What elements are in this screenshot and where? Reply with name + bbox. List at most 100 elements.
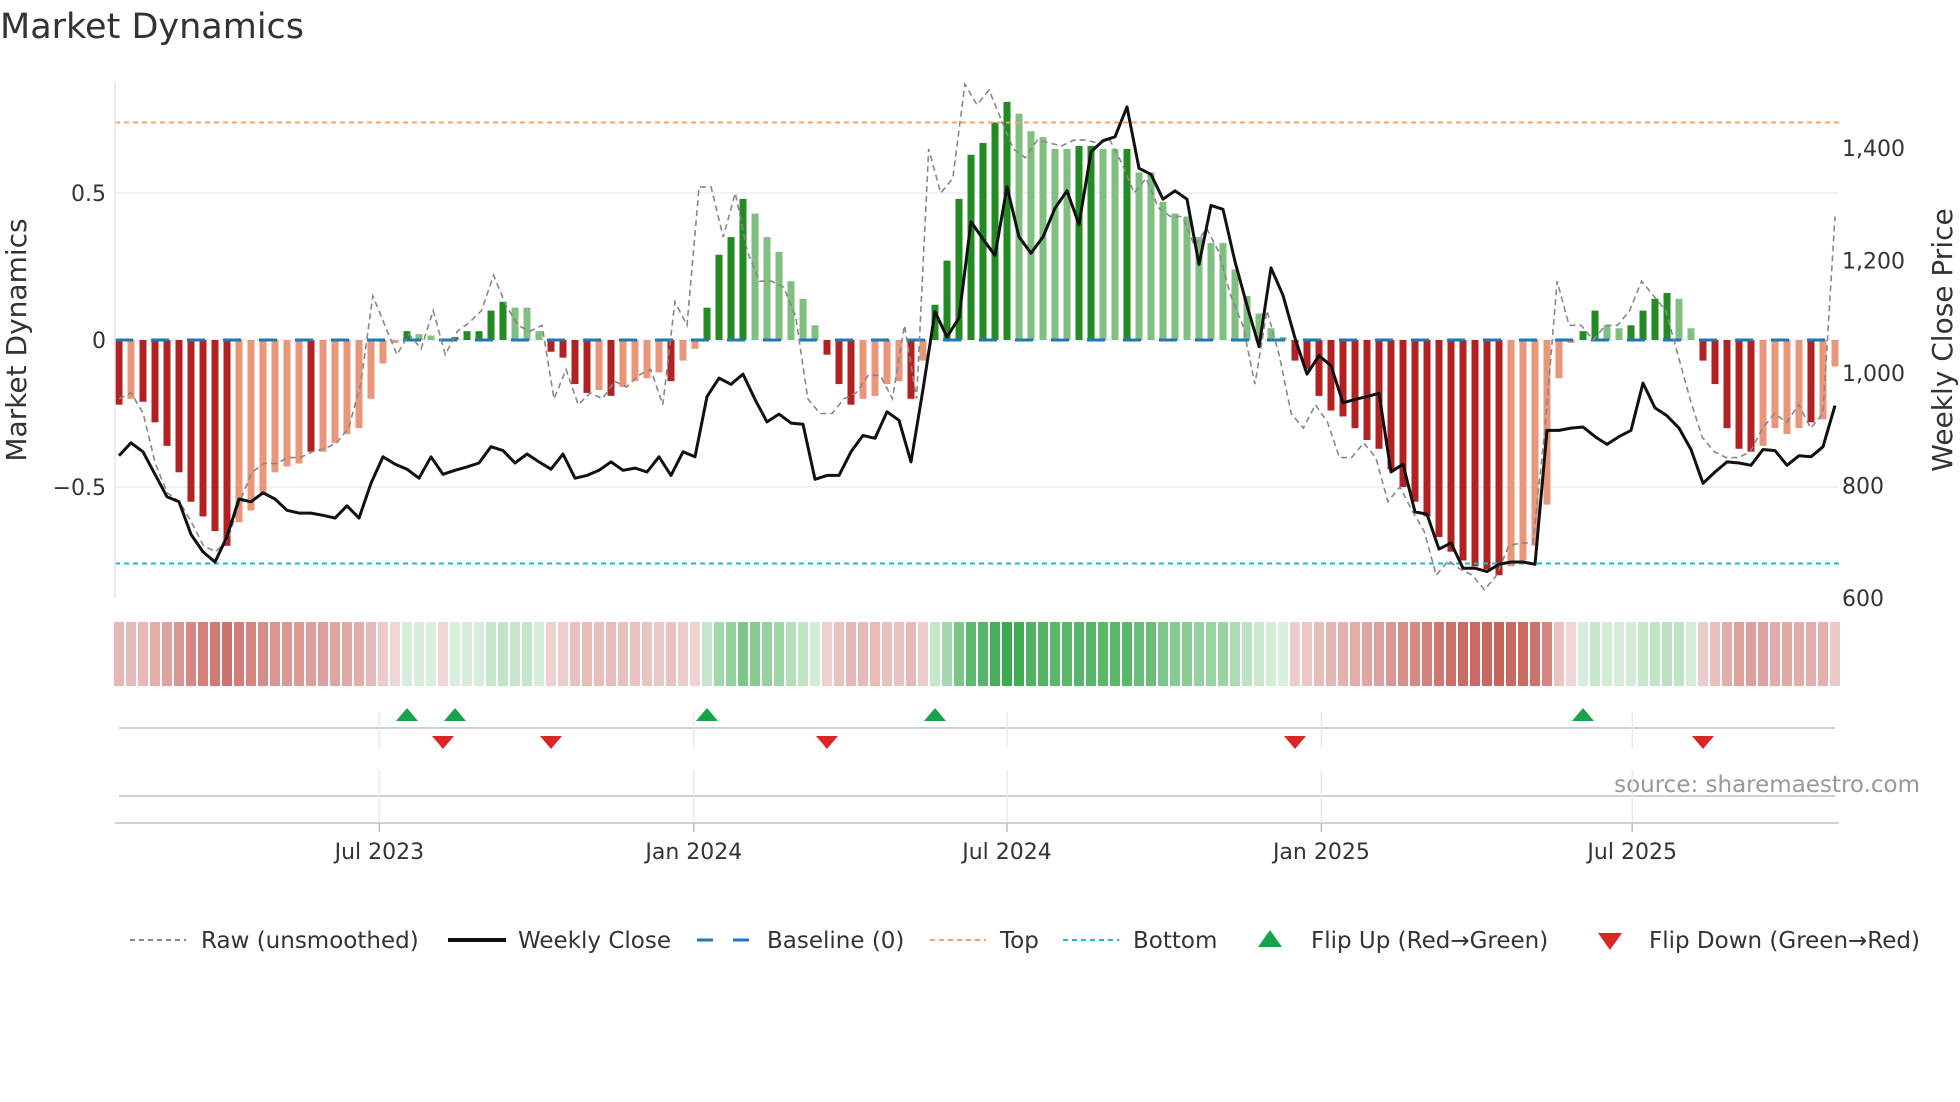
flip-up-marker bbox=[1572, 708, 1594, 721]
heat-cell bbox=[834, 622, 844, 686]
heat-cell bbox=[750, 622, 760, 686]
y-tick-label: 0 bbox=[92, 329, 106, 354]
heat-cell bbox=[366, 622, 376, 686]
heat-cell bbox=[1434, 622, 1444, 686]
dynamics-bar bbox=[655, 340, 663, 373]
dynamics-bar bbox=[559, 340, 567, 358]
legend-label: Weekly Close bbox=[518, 928, 671, 954]
heat-cell bbox=[678, 622, 688, 686]
flip-up-marker bbox=[396, 708, 418, 721]
heat-cell bbox=[1494, 622, 1504, 686]
axes: 0.5 0 −0.5 1,400 1,200 1,000 800 600 Jul 2023 Jan… bbox=[53, 81, 1905, 865]
heat-cell bbox=[1014, 622, 1024, 686]
y-tick-label: −0.5 bbox=[53, 476, 106, 501]
heat-cell bbox=[210, 622, 220, 686]
dynamics-bar bbox=[1339, 340, 1347, 417]
dynamics-bar bbox=[1519, 340, 1527, 561]
heat-cell bbox=[1110, 622, 1120, 686]
flip-down-marker bbox=[432, 736, 454, 749]
dynamics-bar bbox=[1795, 340, 1803, 429]
flip-up-marker bbox=[924, 708, 946, 721]
heat-cell bbox=[498, 622, 508, 686]
heat-cell bbox=[1374, 622, 1384, 686]
dynamics-bar bbox=[535, 331, 543, 340]
heat-cell bbox=[1602, 622, 1612, 686]
heat-cell bbox=[1422, 622, 1432, 686]
heat-cell bbox=[858, 622, 868, 686]
series-lines bbox=[117, 81, 1837, 592]
dynamics-bar bbox=[763, 237, 771, 340]
heat-cell bbox=[1554, 622, 1564, 686]
dynamics-bar bbox=[919, 340, 927, 361]
heat-cell bbox=[438, 622, 448, 686]
legend-label: Bottom bbox=[1133, 928, 1217, 954]
dynamics-bar bbox=[811, 325, 819, 340]
market-dynamics-chart: Market Dynamics Market Dynamics Weekly C… bbox=[0, 7, 1959, 954]
dynamics-bar bbox=[1459, 340, 1467, 561]
dynamics-bar bbox=[1111, 148, 1119, 340]
dynamics-bar bbox=[1315, 340, 1323, 396]
heat-cell bbox=[1062, 622, 1072, 686]
heat-cell bbox=[798, 622, 808, 686]
flip-down-marker bbox=[1692, 736, 1714, 749]
heat-cell bbox=[1530, 622, 1540, 686]
heat-cell bbox=[258, 622, 268, 686]
heat-cell bbox=[1086, 622, 1096, 686]
heat-cell bbox=[462, 622, 472, 686]
dynamics-bar bbox=[463, 331, 471, 340]
dynamics-bar bbox=[1075, 145, 1083, 340]
legend-label: Raw (unsmoothed) bbox=[201, 928, 419, 954]
heat-cell bbox=[1098, 622, 1108, 686]
heat-cell bbox=[522, 622, 532, 686]
dynamics-bar bbox=[1135, 172, 1143, 340]
heat-cell bbox=[990, 622, 1000, 686]
dynamics-bar bbox=[1027, 131, 1035, 340]
flip-up-marker bbox=[696, 708, 718, 721]
heat-cell bbox=[1662, 622, 1672, 686]
heat-cell bbox=[390, 622, 400, 686]
dynamics-bar bbox=[1627, 325, 1635, 340]
dynamics-bar bbox=[1699, 340, 1707, 361]
dynamics-bar bbox=[1351, 340, 1359, 429]
heat-cell bbox=[702, 622, 712, 686]
heat-cell bbox=[1614, 622, 1624, 686]
flip-up-marker bbox=[444, 708, 466, 721]
dynamics-bar bbox=[727, 237, 735, 340]
dynamics-bar bbox=[1099, 148, 1107, 340]
heat-cell bbox=[1362, 622, 1372, 686]
dynamics-bar bbox=[871, 340, 879, 396]
x-tick-label: Jul 2024 bbox=[960, 840, 1052, 865]
heat-cell bbox=[978, 622, 988, 686]
heat-cell bbox=[318, 622, 328, 686]
legend-label: Flip Up (Red→Green) bbox=[1311, 928, 1548, 954]
heat-cell bbox=[1590, 622, 1600, 686]
dynamics-bar bbox=[259, 340, 267, 493]
heat-cell bbox=[1194, 622, 1204, 686]
heat-cell bbox=[882, 622, 892, 686]
heat-cell bbox=[606, 622, 616, 686]
dynamics-bar bbox=[1615, 328, 1623, 340]
heat-cell bbox=[1326, 622, 1336, 686]
heat-cell bbox=[1674, 622, 1684, 686]
dynamics-bar bbox=[1063, 148, 1071, 340]
y2-tick-label: 1,000 bbox=[1842, 362, 1905, 387]
heat-cell bbox=[1482, 622, 1492, 686]
heat-cell bbox=[1002, 622, 1012, 686]
heat-cell bbox=[1566, 622, 1576, 686]
dynamics-bar bbox=[1435, 340, 1443, 537]
heat-cell bbox=[474, 622, 484, 686]
heat-cell bbox=[786, 622, 796, 686]
dynamics-bar bbox=[499, 301, 507, 340]
heat-cell bbox=[1650, 622, 1660, 686]
heat-cell bbox=[186, 622, 196, 686]
y2-axis-label: Weekly Close Price bbox=[1926, 208, 1959, 471]
dynamics-bar bbox=[1591, 310, 1599, 340]
flip-markers bbox=[115, 708, 1839, 832]
dynamics-bar bbox=[1447, 340, 1455, 552]
dynamics-bar bbox=[115, 340, 123, 405]
heat-cell bbox=[1770, 622, 1780, 686]
legend: Raw (unsmoothed) Weekly Close Baseline (0)… bbox=[130, 928, 1920, 954]
dynamics-bar bbox=[331, 340, 339, 443]
heat-cell bbox=[1206, 622, 1216, 686]
dynamics-bar bbox=[151, 340, 159, 423]
